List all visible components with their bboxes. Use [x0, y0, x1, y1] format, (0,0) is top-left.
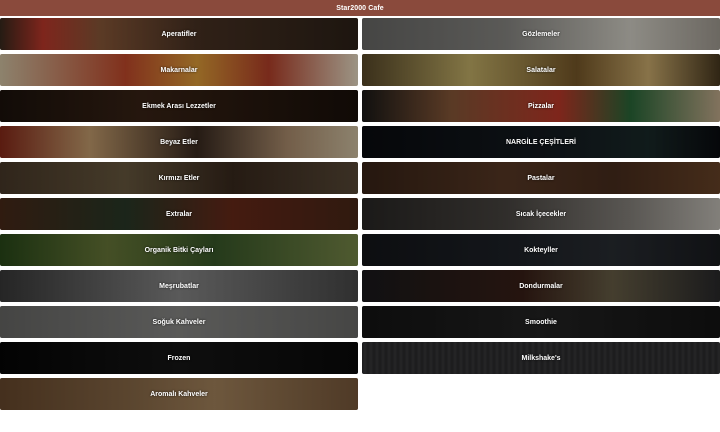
category-label: Ekmek Arası Lezzetler — [142, 102, 216, 110]
category-label: Makarnalar — [160, 66, 198, 74]
category-label: Organik Bitki Çayları — [144, 246, 214, 254]
category-label: Beyaz Etler — [160, 138, 198, 146]
category-tile-beyaz-etler[interactable]: Beyaz Etler — [0, 126, 358, 158]
category-tile-extralar[interactable]: Extralar — [0, 198, 358, 230]
category-label: Kırmızı Etler — [158, 174, 200, 182]
category-label: Soğuk Kahveler — [152, 318, 206, 326]
category-label: Sıcak İçecekler — [515, 210, 567, 218]
category-label: Extralar — [165, 210, 193, 218]
category-label: Gözlemeler — [522, 30, 560, 38]
category-label: Aperatifler — [161, 30, 197, 38]
category-label: NARGİLE ÇEŞİTLERİ — [505, 138, 576, 146]
category-label: Smoothie — [525, 318, 557, 326]
category-tile-pizzalar[interactable]: Pizzalar — [362, 90, 720, 122]
category-tile-sicak-icecekler[interactable]: Sıcak İçecekler — [362, 198, 720, 230]
header-bar: Star2000 Cafe — [0, 0, 720, 16]
category-tile-ekmek-arasi[interactable]: Ekmek Arası Lezzetler — [0, 90, 358, 122]
category-label: Pastalar — [527, 174, 555, 182]
category-tile-mesrubatlar[interactable]: Meşrubatlar — [0, 270, 358, 302]
category-tile-nargile[interactable]: NARGİLE ÇEŞİTLERİ — [362, 126, 720, 158]
category-tile-salatalar[interactable]: Salatalar — [362, 54, 720, 86]
category-label: Meşrubatlar — [159, 282, 199, 290]
category-tile-kokteyller[interactable]: Kokteyller — [362, 234, 720, 266]
category-label: Frozen — [167, 354, 191, 362]
category-tile-organik-bitki-caylari[interactable]: Organik Bitki Çayları — [0, 234, 358, 266]
category-label: Milkshake's — [521, 354, 561, 362]
category-tile-kirmizi-etler[interactable]: Kırmızı Etler — [0, 162, 358, 194]
category-label: Salatalar — [526, 66, 556, 74]
category-grid: Aperatifler Gözlemeler Makarnalar Salata… — [0, 18, 720, 410]
category-tile-smoothie[interactable]: Smoothie — [362, 306, 720, 338]
page-title: Star2000 Cafe — [336, 4, 384, 12]
category-label: Dondurmalar — [519, 282, 563, 290]
category-tile-milkshakes[interactable]: Milkshake's — [362, 342, 720, 374]
category-tile-dondurmalar[interactable]: Dondurmalar — [362, 270, 720, 302]
category-tile-soguk-kahveler[interactable]: Soğuk Kahveler — [0, 306, 358, 338]
category-tile-aperatifler[interactable]: Aperatifler — [0, 18, 358, 50]
category-label: Pizzalar — [527, 102, 555, 110]
category-label: Kokteyller — [524, 246, 558, 254]
category-tile-makarnalar[interactable]: Makarnalar — [0, 54, 358, 86]
category-tile-aromali-kahveler[interactable]: Aromalı Kahveler — [0, 378, 358, 410]
category-tile-gozlemeler[interactable]: Gözlemeler — [362, 18, 720, 50]
category-tile-frozen[interactable]: Frozen — [0, 342, 358, 374]
category-label: Aromalı Kahveler — [150, 390, 208, 398]
category-tile-pastalar[interactable]: Pastalar — [362, 162, 720, 194]
